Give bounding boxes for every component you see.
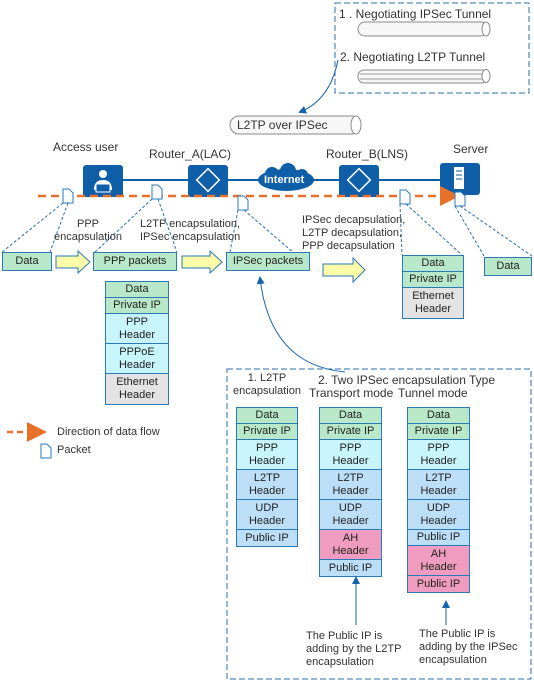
packet-icon [454, 191, 466, 207]
negotiating-ipsec-label: 1 . Negotiating IPSec Tunnel [339, 7, 492, 21]
stack-layer: PPP Header [106, 314, 168, 344]
stack-layer: Ethernet Header [106, 374, 168, 404]
lns-output-stack: Data Private IP Ethernet Header [402, 255, 464, 319]
stack-layer: PPP Header [408, 440, 469, 470]
packet-icon [62, 188, 74, 204]
stack-layer: Private IP [237, 424, 297, 440]
stack-layer: Private IP [106, 298, 168, 314]
ipsec-packets: IPSec packets [226, 252, 310, 271]
internet-label: Internet [264, 174, 305, 186]
stack-layer: UDP Header [237, 500, 297, 530]
router-a-label: Router_A(LAC) [149, 147, 232, 161]
stack-layer: PPP Header [237, 440, 297, 470]
stack-layer: Private IP [403, 272, 463, 288]
ppp-packets: PPP packets [93, 252, 177, 271]
flow-arrow [55, 249, 91, 275]
legend-packet-label: Packet [57, 444, 91, 456]
flow-arrow [322, 256, 366, 284]
l2tp-public-ip-note: The Public IP is adding by the L2TP enca… [306, 630, 402, 668]
ipsec-public-ip-note: The Public IP is adding by the IPSec enc… [419, 628, 518, 666]
stack-layer: PPPoE Header [106, 344, 168, 374]
encap-detail-arrow [256, 276, 346, 373]
ppp-encapsulation-label: PPP encapsulation [54, 218, 122, 243]
l2tp-tunnel-pipe [357, 69, 491, 84]
stack-layer: Private IP [408, 424, 469, 440]
pppoe-stack: Data Private IP PPP Header PPPoE Header Ethern… [105, 281, 169, 405]
server-node [440, 163, 480, 195]
packet-icon [399, 189, 411, 205]
stack-layer: L2TP Header [320, 470, 381, 500]
router-b-label: Router_B(LNS) [326, 147, 409, 161]
stack-layer: Ethernet Header [403, 288, 463, 318]
transport-mode-label: Transport mode [309, 386, 394, 400]
stack-layer: PPP Header [320, 440, 381, 470]
server-data-packet: Data [484, 257, 532, 276]
data-packet: Data [2, 252, 52, 271]
access-user-node [83, 165, 123, 197]
packet-icon [237, 195, 249, 211]
negotiating-l2tp-label: 2. Negotiating L2TP Tunnel [340, 50, 486, 64]
l2tp-encapsulation-stack: Data Private IP PPP Header L2TP Header UDP Head… [236, 407, 298, 547]
stack-layer: Data [106, 282, 168, 298]
flow-arrow [181, 249, 223, 275]
legend-packet-icon [40, 443, 52, 459]
router-a-node [188, 165, 228, 197]
stack-layer: Private IP [320, 424, 381, 440]
stack-layer: Public IP [408, 530, 469, 546]
access-user-label: Access user [53, 140, 119, 154]
stack-layer: Public IP [320, 560, 381, 576]
stack-layer: Data [408, 408, 469, 424]
legend-flow-label: Direction of data flow [57, 426, 160, 438]
decapsulation-label: IPSec decapsulation, L2TP decapsulation,… [302, 214, 406, 252]
stack-layer: Data [237, 408, 297, 424]
l2tp-ipsec-encapsulation-label: L2TP encapsulation, IPSec encapsulation [140, 218, 241, 243]
negotiation-arrow [298, 59, 339, 114]
l2tp-encapsulation-title: 1. L2TP encapsulation [233, 372, 301, 397]
stack-layer: AH Header [408, 546, 469, 576]
l2tp-over-ipsec-label: L2TP over IPSec [237, 118, 328, 132]
router-b-node [339, 165, 379, 197]
stack-layer: UDP Header [408, 500, 469, 530]
ipsec-tunnel-pipe [357, 21, 491, 37]
tunnel-mode-label: Tunnel mode [398, 386, 468, 400]
stack-layer: AH Header [320, 530, 381, 560]
server-label: Server [453, 142, 489, 156]
stack-layer: Public IP [237, 530, 297, 546]
tunnel-mode-stack: Data Private IP PPP Header L2TP Header UDP Head… [407, 407, 470, 593]
stack-layer: L2TP Header [408, 470, 469, 500]
stack-layer: Data [320, 408, 381, 424]
stack-layer: Public IP [408, 576, 469, 592]
stack-layer: Data [403, 256, 463, 272]
packet-icon [151, 184, 163, 200]
transport-mode-stack: Data Private IP PPP Header L2TP Header UDP Head… [319, 407, 382, 577]
stack-layer: UDP Header [320, 500, 381, 530]
stack-layer: L2TP Header [237, 470, 297, 500]
